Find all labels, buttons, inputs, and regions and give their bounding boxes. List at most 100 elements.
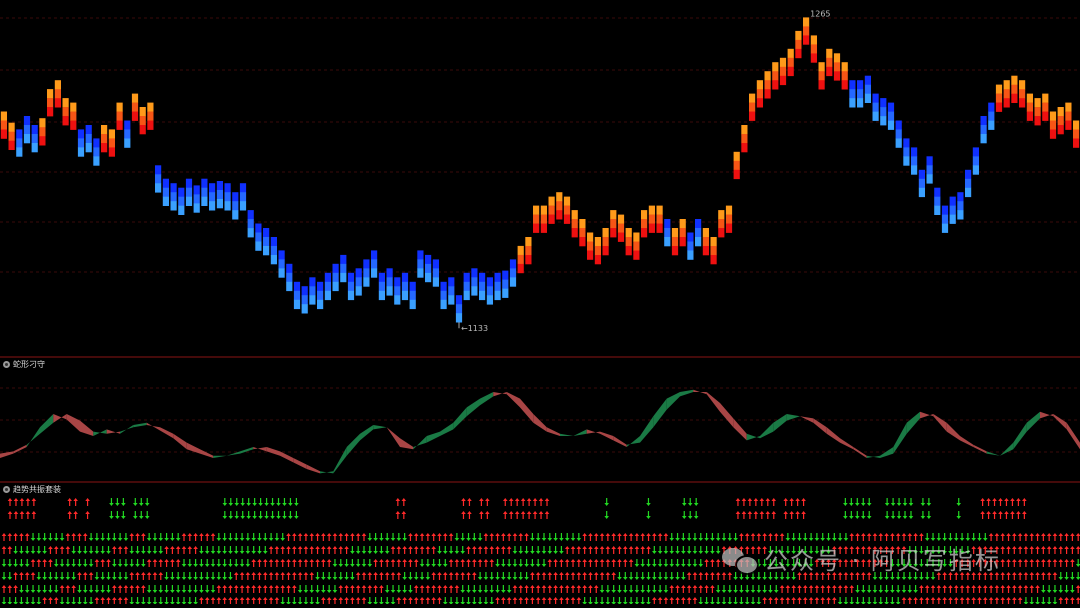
resonance-arrow [466,538,471,541]
trend-bar [286,281,293,292]
trend-bar [787,66,794,77]
resonance-arrow [913,590,918,593]
ribbon-segment [626,436,640,447]
signal-arrow [783,511,788,514]
resonance-arrow [739,533,744,536]
resonance-arrow [193,564,198,567]
signal-arrow [401,498,407,501]
trend-bar [710,246,717,256]
signal-arrow [7,511,13,514]
resonance-arrow [710,585,715,588]
resonance-arrow [181,564,187,567]
trend-bar [540,214,547,224]
trend-bar [70,111,77,121]
settings-icon[interactable] [3,361,10,368]
resonance-arrow [24,533,30,536]
resonance-arrow [744,577,750,580]
resonance-arrow [483,533,489,536]
resonance-arrow [297,572,303,575]
resonance-arrow [669,577,675,580]
trend-bar [270,255,277,265]
resonance-arrow [489,559,495,562]
resonance-arrow [1012,559,1017,562]
trend-bar [47,98,54,108]
resonance-arrow [344,533,349,536]
resonance-arrow [123,597,129,600]
resonance-arrow [448,572,454,575]
trend-bar [155,174,162,184]
resonance-arrow [419,585,425,588]
resonance-arrow [535,585,541,588]
signal-arrow [144,516,150,519]
resonance-arrow [640,533,646,536]
signal-arrow [902,503,908,506]
resonance-arrow [419,533,425,536]
signal-arrow [1004,511,1009,514]
resonance-arrow [286,546,291,549]
resonance-arrow [379,538,384,541]
resonance-arrow [19,572,24,575]
trend-bar [101,134,108,144]
resonance-arrow [280,572,286,575]
resonance-arrow [112,564,117,567]
low-price-label: ←1133 [461,324,488,333]
resonance-arrow [437,564,442,567]
ribbon-segment [800,416,814,423]
resonance-arrow [727,590,733,593]
trend-bar [787,48,794,59]
ribbon-segment [133,422,147,428]
arrow-panel-title-text: 趋势共振套装 [13,485,61,494]
resonance-arrow [495,590,500,593]
resonance-arrow [1,546,7,549]
resonance-arrow [355,564,361,567]
trend-bar [679,219,686,229]
signal-arrow [681,516,687,519]
trend-bar [1073,138,1080,148]
resonance-arrow [367,564,373,567]
resonance-arrow [233,538,239,541]
trend-bar [363,277,370,287]
resonance-arrow [512,551,518,554]
trend-bar [124,138,131,148]
signal-arrow [1004,498,1009,501]
trend-bar [401,290,409,301]
resonance-arrow [233,564,239,567]
trend-bar [401,272,409,283]
resonance-arrow [129,564,135,567]
trend-bar [949,205,956,215]
resonance-arrow [1046,533,1052,536]
resonance-arrow [907,533,913,536]
trend-bar [749,111,756,121]
resonance-arrow [768,597,773,600]
resonance-arrow [326,546,332,549]
settings-icon[interactable] [3,486,10,493]
signal-arrow [1016,511,1021,514]
resonance-arrow [106,551,111,554]
resonance-arrow [117,577,123,580]
trend-bar [648,205,655,215]
resonance-arrow [274,559,280,562]
trend-bar [293,281,301,292]
trend-bar [309,295,316,305]
resonance-arrow [681,564,686,567]
resonance-arrow [344,564,349,567]
resonance-arrow [129,585,135,588]
resonance-arrow [379,559,384,562]
trend-bar [833,71,841,81]
resonance-arrow [100,597,106,600]
resonance-arrow [1017,546,1023,549]
resonance-arrow [1006,585,1011,588]
resonance-arrow [1000,572,1006,575]
signal-arrow [276,503,281,506]
trend-bar [795,39,802,50]
trend-bar [178,205,185,215]
signal-arrow [986,498,991,501]
trend-bar [1049,120,1057,130]
resonance-arrow [36,551,42,554]
trend-bar [733,151,740,162]
trend-bar [278,259,285,269]
resonance-arrow [692,585,698,588]
resonance-arrow [791,585,796,588]
resonance-arrow [321,577,326,580]
resonance-arrow [733,577,738,580]
